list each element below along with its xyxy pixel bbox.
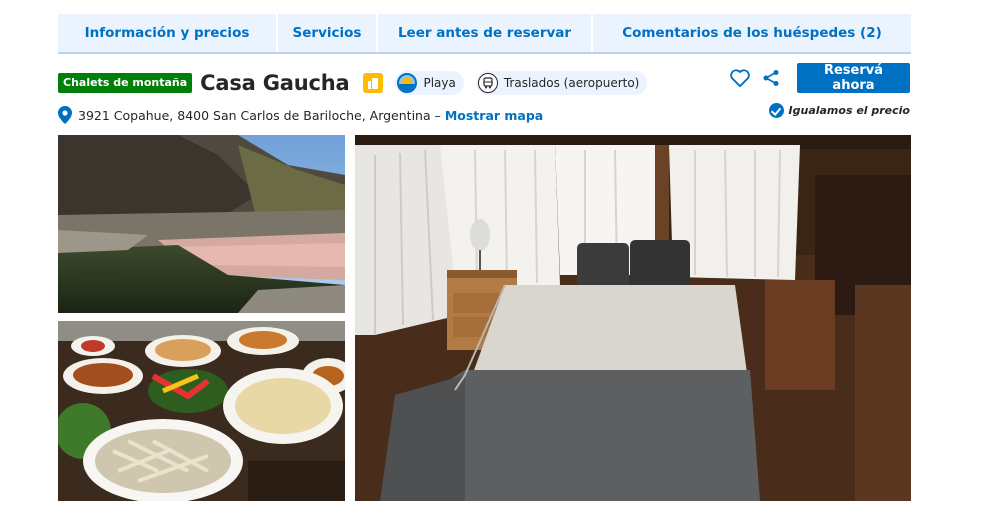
header-actions: Reservá ahora xyxy=(729,63,910,93)
beach-chip-label: Playa xyxy=(423,76,456,90)
shuttle-chip-label: Traslados (aeropuerto) xyxy=(503,76,640,90)
property-header: Chalets de montaña Casa Gaucha Playa Tra… xyxy=(58,67,648,99)
tab-services[interactable]: Servicios xyxy=(276,14,376,52)
share-icon[interactable] xyxy=(761,68,781,88)
address-text: 3921 Copahue, 8400 San Carlos de Bariloc… xyxy=(78,107,441,123)
address-line: 3921 Copahue, 8400 San Carlos de Bariloc… xyxy=(58,106,543,124)
reserve-now-button[interactable]: Reservá ahora xyxy=(797,63,910,93)
river-photo[interactable] xyxy=(58,135,345,313)
property-name: Casa Gaucha xyxy=(200,71,350,95)
property-type-badge: Chalets de montaña xyxy=(58,73,193,93)
tab-info-prices[interactable]: Información y precios xyxy=(58,14,276,52)
checkmark-badge-icon xyxy=(768,103,784,118)
beach-chip: Playa xyxy=(395,71,464,95)
food-photo[interactable] xyxy=(58,321,345,501)
price-match-label: Igualamos el precio xyxy=(788,104,910,117)
heart-icon[interactable] xyxy=(729,67,751,89)
shuttle-icon xyxy=(477,73,498,93)
property-tabs: Información y precios Servicios Leer ant… xyxy=(58,14,911,54)
show-map-link[interactable]: Mostrar mapa xyxy=(445,108,543,123)
tab-guest-reviews[interactable]: Comentarios de los huéspedes (2) xyxy=(591,14,911,52)
location-pin-icon xyxy=(58,106,72,124)
thumbs-up-icon[interactable] xyxy=(363,73,384,93)
shuttle-chip: Traslados (aeropuerto) xyxy=(475,71,648,95)
beach-icon xyxy=(397,73,418,93)
tab-read-before-booking[interactable]: Leer antes de reservar xyxy=(376,14,591,52)
bedroom-photo[interactable] xyxy=(355,135,911,501)
price-match-badge[interactable]: Igualamos el precio xyxy=(768,103,910,118)
